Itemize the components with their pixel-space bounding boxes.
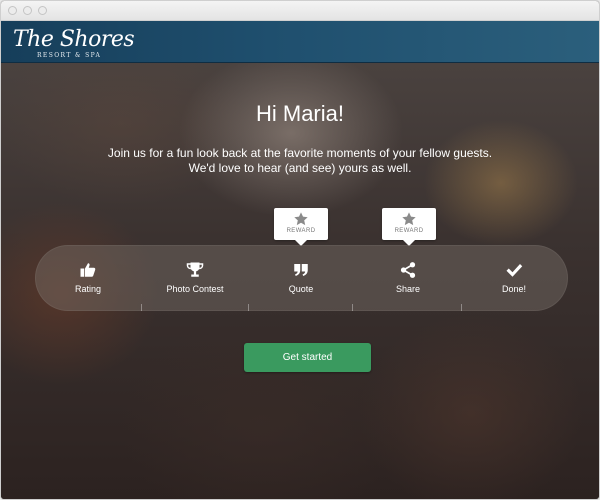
reward-badge-quote: REWARD <box>274 208 328 246</box>
hero-stage: Hi Maria! Join us for a fun look back at… <box>1 63 599 499</box>
window-titlebar <box>1 1 599 21</box>
step-photo-contest[interactable]: Photo Contest <box>142 245 248 311</box>
thumbs-up-icon <box>80 263 96 277</box>
step-rating[interactable]: Rating <box>35 245 141 311</box>
close-window-button[interactable] <box>8 6 17 15</box>
step-label: Done! <box>501 284 527 294</box>
reward-label: REWARD <box>286 228 316 234</box>
browser-window: The Shores RESORT & SPA Hi Maria! Join u… <box>0 0 600 500</box>
reward-label: REWARD <box>394 228 424 234</box>
step-label: Quote <box>288 284 314 294</box>
intro-line-1: Join us for a fun look back at the favor… <box>107 146 493 160</box>
minimize-window-button[interactable] <box>23 6 32 15</box>
logo-tagline: RESORT & SPA <box>37 52 102 59</box>
step-label: Photo Contest <box>166 284 224 294</box>
logo-wordmark[interactable]: The Shores <box>13 27 135 52</box>
step-label: Share <box>395 284 421 294</box>
share-icon <box>400 262 416 278</box>
step-divider <box>461 304 462 311</box>
intro-line-2: We'd love to hear (and see) yours as wel… <box>188 161 412 175</box>
quote-icon <box>294 264 308 276</box>
intro-text: Join us for a fun look back at the favor… <box>1 146 599 176</box>
get-started-button[interactable]: Get started <box>244 343 371 372</box>
step-share[interactable]: Share <box>355 245 461 311</box>
step-divider <box>352 304 353 311</box>
greeting-heading: Hi Maria! <box>255 101 344 126</box>
step-done[interactable]: Done! <box>461 245 567 311</box>
reward-badge-share: REWARD <box>382 208 436 246</box>
check-icon <box>506 264 523 277</box>
step-divider <box>248 304 249 311</box>
step-divider <box>141 304 142 311</box>
steps-bar: Rating Photo Contest Quote Share Done! <box>35 245 568 311</box>
star-icon <box>402 212 416 226</box>
star-icon <box>294 212 308 226</box>
trophy-icon <box>186 262 204 277</box>
site-header: The Shores RESORT & SPA <box>1 21 599 63</box>
step-label: Rating <box>74 284 101 294</box>
step-quote[interactable]: Quote <box>248 245 354 311</box>
maximize-window-button[interactable] <box>38 6 47 15</box>
